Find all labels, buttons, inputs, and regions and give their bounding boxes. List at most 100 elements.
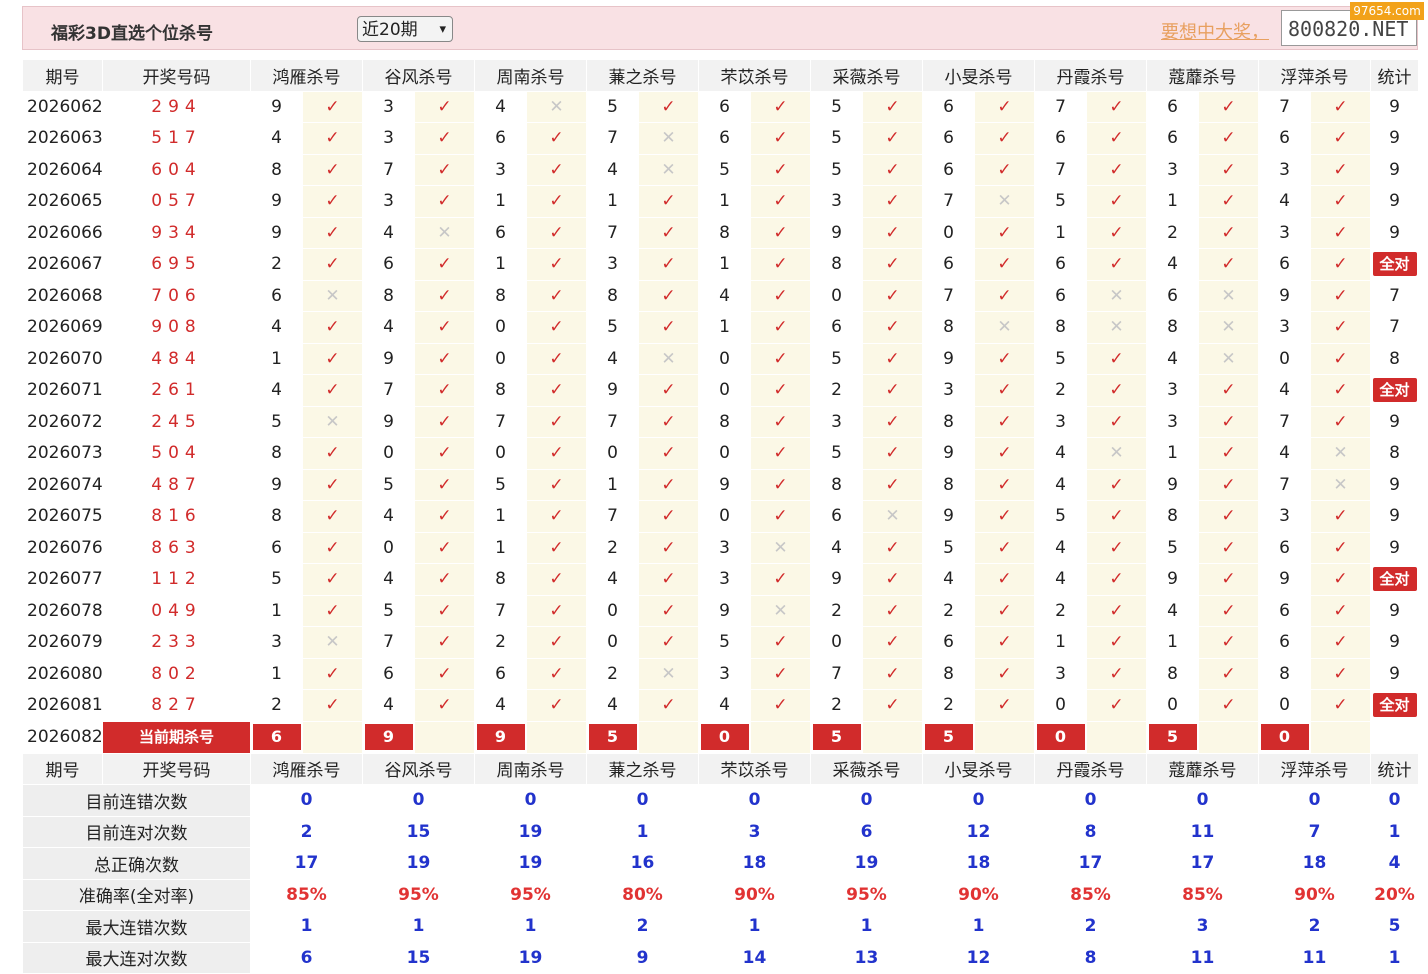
check-icon: ✓ <box>302 657 363 690</box>
current-kill-cell: 9 <box>362 720 415 754</box>
stats-value: 90% <box>922 878 1035 911</box>
kill-number: 3 <box>362 90 415 123</box>
check-icon: ✓ <box>862 311 923 344</box>
stats-value: 0 <box>362 784 475 817</box>
kill-number: 6 <box>1258 626 1311 659</box>
kill-number: 9 <box>698 594 751 627</box>
check-icon: ✓ <box>1086 563 1147 596</box>
cross-icon: ✕ <box>302 626 363 659</box>
kill-number: 9 <box>1258 279 1311 312</box>
column-header-stat: 统计 <box>1370 59 1419 92</box>
table-row: 2026071 261 4 ✓ 7 ✓ 8 ✓ 9 ✓ 0 ✓ 2 ✓ 3 ✓ 2 ✓ 3 ✓ 4 ✓ 全对 <box>22 374 1419 407</box>
check-icon: ✓ <box>750 657 811 690</box>
check-icon: ✓ <box>302 153 363 186</box>
stats-value: 19 <box>474 847 587 880</box>
period-select[interactable]: 近20期 ▾ <box>357 16 453 42</box>
check-icon: ✓ <box>862 531 923 564</box>
stat-cell: 9 <box>1370 657 1419 690</box>
kill-number: 9 <box>250 90 303 123</box>
stats-value: 0 <box>474 784 587 817</box>
current-kill-cell: 6 <box>250 720 303 754</box>
check-icon: ✓ <box>302 90 363 123</box>
kill-number: 4 <box>250 122 303 155</box>
check-icon: ✓ <box>974 216 1035 249</box>
check-icon: ✓ <box>1086 405 1147 438</box>
column-header-expert-4: 蒹之杀号 <box>586 59 699 92</box>
kill-number: 7 <box>922 185 975 218</box>
stats-value: 1 <box>250 910 363 943</box>
cross-icon: ✕ <box>638 342 699 375</box>
cross-icon: ✕ <box>1198 311 1259 344</box>
check-icon: ✓ <box>526 405 587 438</box>
check-icon: ✓ <box>1310 153 1371 186</box>
cross-icon: ✕ <box>638 153 699 186</box>
kill-number: 6 <box>1146 279 1199 312</box>
winning-number: 908 <box>102 311 251 344</box>
stat-cell: 全对 <box>1370 563 1419 596</box>
kill-number: 6 <box>474 657 527 690</box>
stats-value: 13 <box>810 941 923 974</box>
check-icon: ✓ <box>862 437 923 470</box>
stat-cell: 9 <box>1370 468 1419 501</box>
check-icon: ✓ <box>302 468 363 501</box>
kill-number: 4 <box>586 342 639 375</box>
check-icon: ✓ <box>302 437 363 470</box>
cross-icon: ✕ <box>302 279 363 312</box>
column-header-expert-3: 周南杀号 <box>474 752 587 785</box>
check-icon: ✓ <box>638 594 699 627</box>
stats-value: 3 <box>698 815 811 848</box>
table-row: 2026080 802 1 ✓ 6 ✓ 6 ✓ 2 ✕ 3 ✓ 7 ✓ 8 ✓ 3 ✓ 8 ✓ 8 ✓ 9 <box>22 657 1419 690</box>
column-header-winning: 开奖号码 <box>102 752 251 785</box>
check-icon: ✓ <box>638 374 699 407</box>
kill-number: 7 <box>1034 153 1087 186</box>
stats-value: 18 <box>922 847 1035 880</box>
check-icon: ✓ <box>974 153 1035 186</box>
stats-value: 8 <box>1034 941 1147 974</box>
kill-number: 6 <box>698 122 751 155</box>
column-header-expert-10: 浮萍杀号 <box>1258 59 1371 92</box>
kill-number: 8 <box>1146 657 1199 690</box>
check-icon: ✓ <box>414 311 475 344</box>
kill-number-table: 期号 开奖号码 鸿雁杀号 谷风杀号 周南杀号 蒹之杀号 芣苡杀号 采薇杀号 小旻杀号 丹霞杀号 蔻蘼… <box>22 59 1419 974</box>
check-icon: ✓ <box>414 468 475 501</box>
empty-stat <box>1370 720 1419 754</box>
current-kill-cell: 0 <box>1258 720 1311 754</box>
kill-number: 8 <box>922 468 975 501</box>
check-icon: ✓ <box>750 342 811 375</box>
check-icon: ✓ <box>414 342 475 375</box>
kill-number: 8 <box>922 657 975 690</box>
kill-number: 8 <box>1146 311 1199 344</box>
current-kill-number: 0 <box>1036 724 1085 750</box>
cross-icon: ✕ <box>302 405 363 438</box>
column-header-expert-9: 蔻蘼杀号 <box>1146 752 1259 785</box>
kill-number: 4 <box>362 563 415 596</box>
kill-number: 0 <box>474 311 527 344</box>
empty-mark <box>526 720 587 754</box>
issue-number: 2026064 <box>22 153 103 186</box>
kill-number: 4 <box>362 689 415 722</box>
kill-number: 2 <box>250 689 303 722</box>
table-row: 2026073 504 8 ✓ 0 ✓ 0 ✓ 0 ✓ 0 ✓ 5 ✓ 9 ✓ 4 ✕ 1 ✓ 4 ✕ 8 <box>22 437 1419 470</box>
stats-value: 0 <box>810 784 923 817</box>
kill-number: 8 <box>1146 500 1199 533</box>
slogan-link[interactable]: 要想中大奖， <box>1161 18 1269 44</box>
stat-cell: 9 <box>1370 185 1419 218</box>
current-kill-number: 9 <box>364 724 413 750</box>
stats-value: 80% <box>586 878 699 911</box>
stats-value: 17 <box>250 847 363 880</box>
issue-number: 2026079 <box>22 626 103 659</box>
all-correct-badge: 全对 <box>1372 693 1417 718</box>
check-icon: ✓ <box>526 342 587 375</box>
kill-number: 5 <box>1146 531 1199 564</box>
kill-number: 5 <box>810 122 863 155</box>
check-icon: ✓ <box>526 531 587 564</box>
check-icon: ✓ <box>1198 153 1259 186</box>
kill-number: 9 <box>250 216 303 249</box>
stats-value: 11 <box>1146 941 1259 974</box>
check-icon: ✓ <box>302 311 363 344</box>
kill-number: 5 <box>474 468 527 501</box>
stats-value: 0 <box>1146 784 1259 817</box>
issue-number: 2026082 <box>22 720 103 754</box>
kill-number: 4 <box>698 689 751 722</box>
stats-value: 1 <box>474 910 587 943</box>
